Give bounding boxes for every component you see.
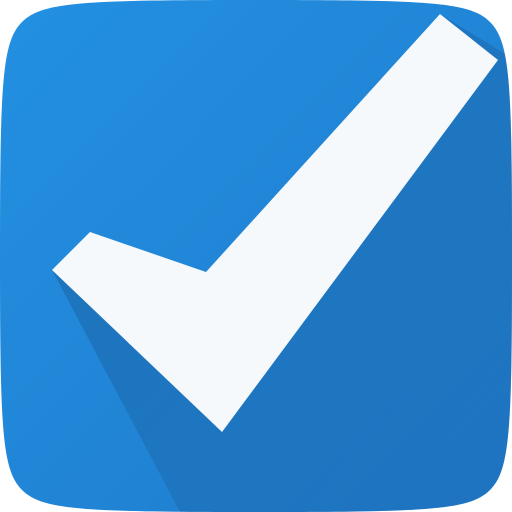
app-icon-graphic — [0, 0, 512, 512]
checkmark-app-icon — [0, 0, 512, 512]
